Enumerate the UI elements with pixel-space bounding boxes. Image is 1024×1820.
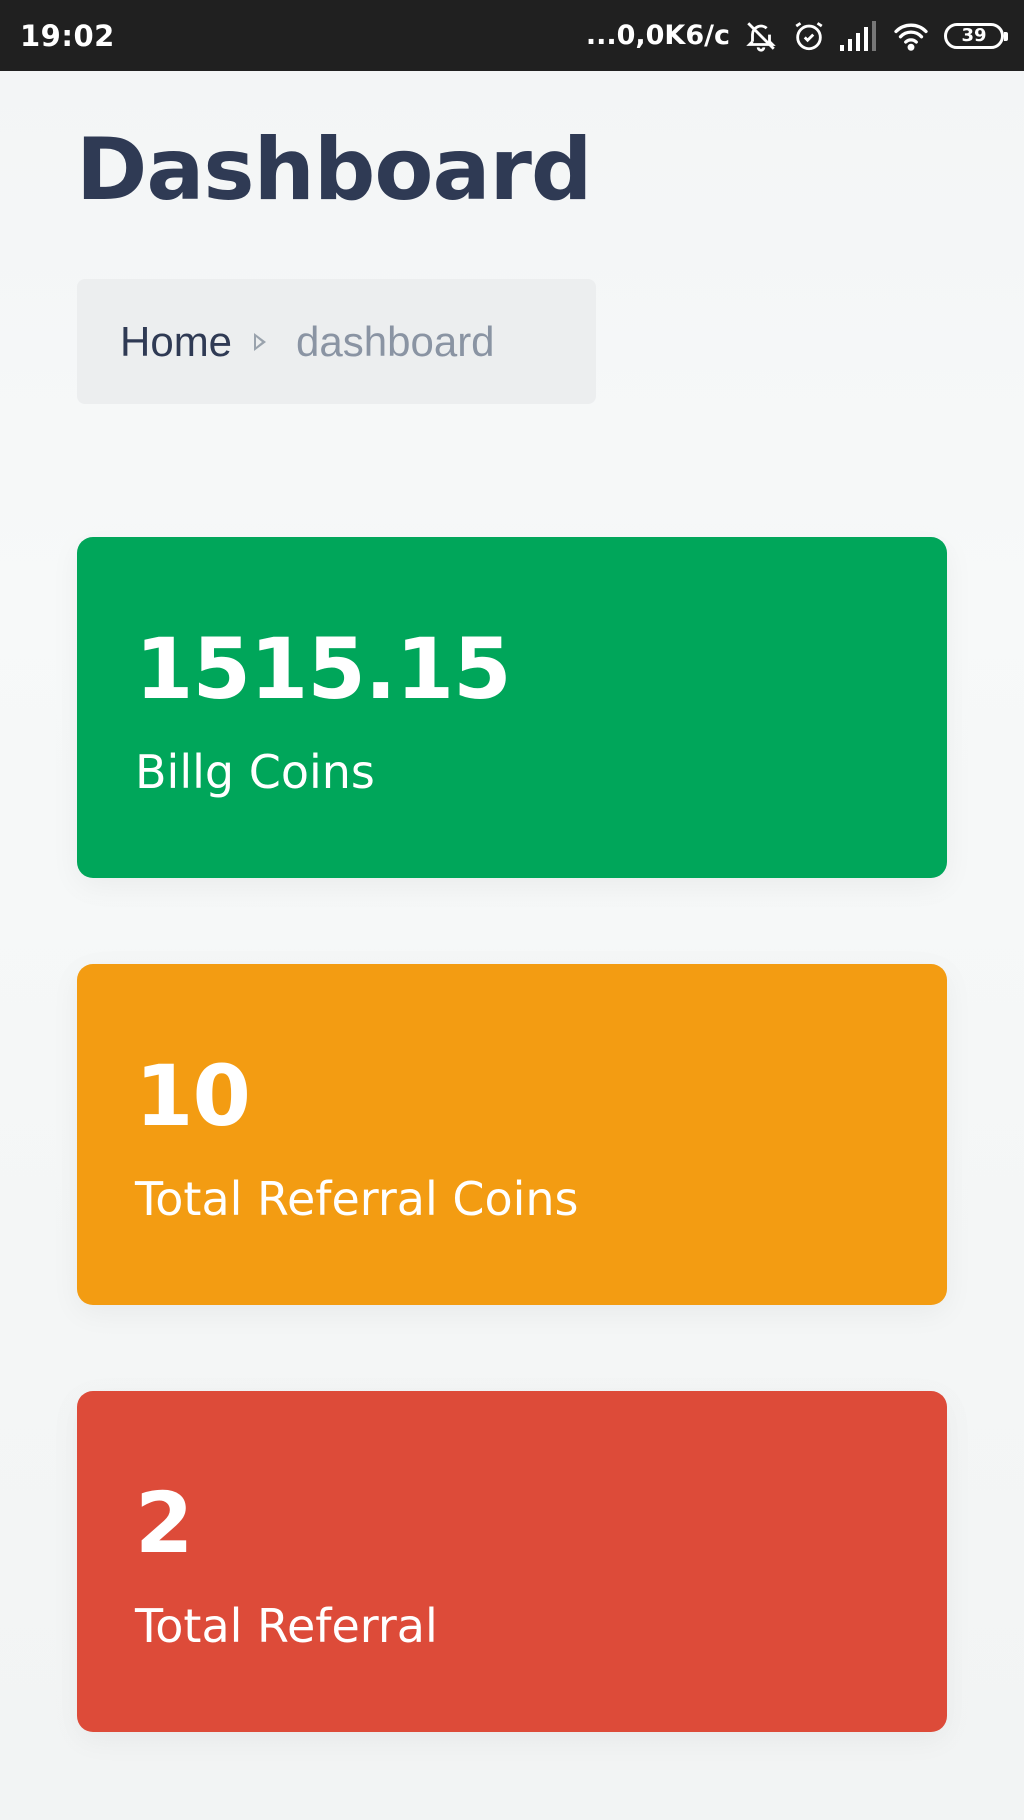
bell-off-icon (744, 19, 778, 53)
chevron-right-icon (254, 332, 267, 351)
status-icons: ...0,0K6/c 39 (585, 19, 1008, 53)
stat-card-total-referral[interactable]: 2 Total Referral (77, 1391, 947, 1732)
stat-label: Billg Coins (135, 745, 375, 799)
stat-value: 1515.15 (135, 620, 512, 718)
stat-value: 2 (135, 1474, 193, 1572)
stat-label: Total Referral Coins (135, 1172, 579, 1226)
signal-icon (840, 20, 878, 51)
page-title: Dashboard (76, 120, 592, 220)
breadcrumb-current: dashboard (296, 317, 495, 365)
breadcrumb-home-link[interactable]: Home (120, 318, 232, 366)
network-speed: ...0,0K6/c (585, 20, 730, 51)
status-bar: 19:02 ...0,0K6/c 39 (0, 0, 1024, 71)
stat-card-total-referral-coins[interactable]: 10 Total Referral Coins (77, 964, 947, 1305)
stat-label: Total Referral (135, 1599, 438, 1653)
stat-value: 10 (135, 1047, 251, 1145)
status-time: 19:02 (20, 18, 115, 53)
breadcrumb: Home dashboard (77, 279, 596, 404)
battery-icon: 39 (944, 22, 1008, 49)
wifi-icon (892, 21, 930, 51)
stat-card-billg-coins[interactable]: 1515.15 Billg Coins (77, 537, 947, 878)
alarm-icon (792, 19, 826, 53)
